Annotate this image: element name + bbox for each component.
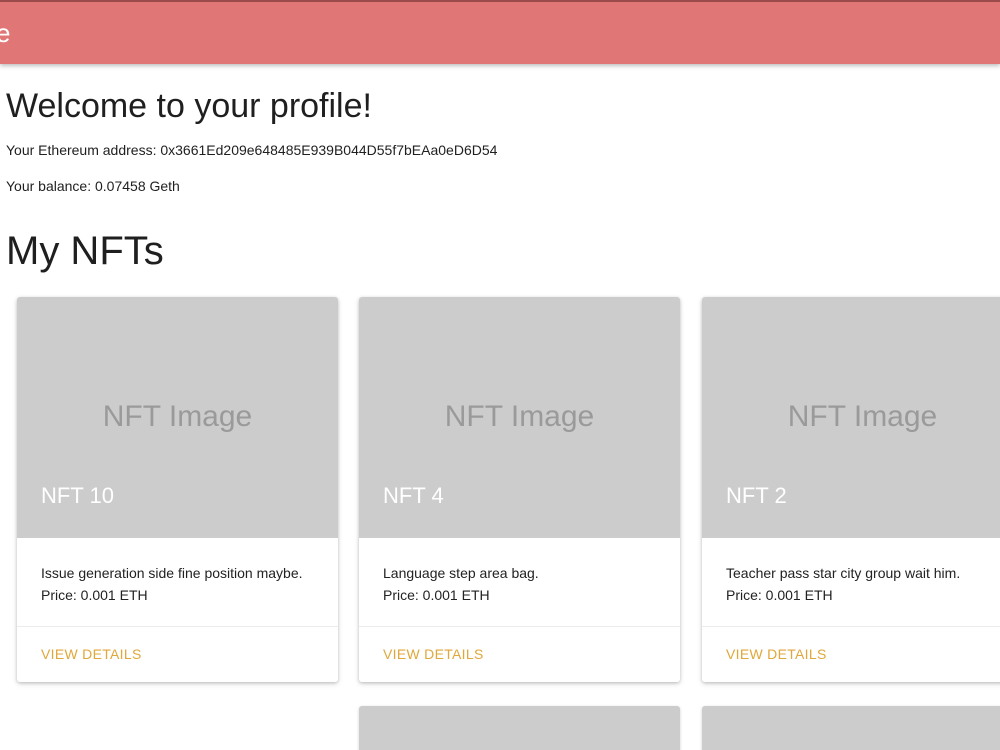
nft-card-actions: VIEW DETAILS	[359, 627, 680, 682]
nft-description: Teacher pass star city group wait him.	[726, 565, 961, 581]
app-title[interactable]: e	[0, 16, 10, 50]
nft-image-placeholder: NFT Image	[444, 400, 595, 433]
nft-description: Language step area bag.	[383, 565, 539, 581]
nft-card-actions: VIEW DETAILS	[17, 627, 338, 682]
view-details-button[interactable]: VIEW DETAILS	[726, 641, 827, 667]
balance-text: Your balance: 0.07458 Geth	[6, 178, 180, 194]
nft-image-placeholder: NFT Image	[102, 400, 253, 433]
nft-card: NFT Image NFT 10 Issue generation side f…	[17, 297, 338, 682]
nft-image: NFT Image NFT 10	[17, 297, 338, 538]
nft-card-content: Teacher pass star city group wait him. P…	[702, 538, 1000, 627]
nft-title: NFT 2	[726, 483, 787, 508]
nft-title: NFT 4	[383, 483, 444, 508]
nft-image-placeholder: NFT Image	[787, 400, 938, 433]
app-bar: e	[0, 0, 1000, 64]
nft-price: Price: 0.001 ETH	[41, 587, 148, 603]
view-details-button[interactable]: VIEW DETAILS	[383, 641, 484, 667]
nft-card-content: Issue generation side fine position mayb…	[17, 538, 338, 627]
nft-card: NFT Image NFT 4 Language step area bag. …	[359, 297, 680, 682]
nft-price: Price: 0.001 ETH	[383, 587, 490, 603]
nft-card: NFT Image NFT 2 Teacher pass star city g…	[702, 297, 1000, 682]
nft-title: NFT 10	[41, 483, 114, 508]
nft-image: NFT Image NFT 4	[359, 297, 680, 538]
nft-card-actions: VIEW DETAILS	[702, 627, 1000, 682]
nft-card-partial[interactable]	[702, 706, 1000, 750]
view-details-button[interactable]: VIEW DETAILS	[41, 641, 142, 667]
my-nfts-heading: My NFTs	[6, 229, 164, 273]
nft-card-content: Language step area bag. Price: 0.001 ETH	[359, 538, 680, 627]
nft-price: Price: 0.001 ETH	[726, 587, 833, 603]
ethereum-address: Your Ethereum address: 0x3661Ed209e64848…	[6, 142, 498, 158]
nft-card-partial[interactable]	[359, 706, 680, 750]
welcome-heading: Welcome to your profile!	[6, 87, 372, 125]
nft-image: NFT Image NFT 2	[702, 297, 1000, 538]
nft-description: Issue generation side fine position mayb…	[41, 565, 303, 581]
